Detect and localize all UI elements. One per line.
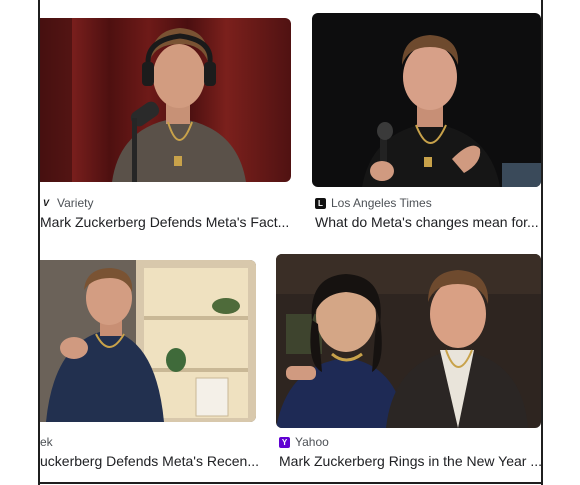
source-name: Los Angeles Times <box>331 196 432 210</box>
result-thumbnail[interactable] <box>40 18 291 182</box>
result-title[interactable]: Mark Zuckerberg Defends Meta's Fact... <box>40 214 302 230</box>
source-name: ek <box>40 435 53 449</box>
stage-photo <box>312 13 541 187</box>
yahoo-logo-icon: Y <box>279 436 290 448</box>
frame-right-border <box>541 0 543 485</box>
result-source: ek <box>40 434 53 450</box>
result-thumbnail[interactable] <box>312 13 541 187</box>
podcast-photo <box>40 18 291 182</box>
image-result-card[interactable]: ek uckerberg Defends Meta's Recen... <box>40 254 270 480</box>
result-title[interactable]: uckerberg Defends Meta's Recen... <box>40 453 270 469</box>
result-source: V Variety <box>40 195 93 211</box>
image-result-card[interactable]: L Los Angeles Times What do Meta's chang… <box>312 0 541 240</box>
latimes-logo-icon: L <box>315 197 326 209</box>
result-source: L Los Angeles Times <box>315 195 432 211</box>
source-name: Yahoo <box>295 435 329 449</box>
frame-bottom-border <box>38 482 543 484</box>
variety-v-logo-icon: V <box>42 197 49 208</box>
image-results-grid: V Variety Mark Zuckerberg Defends Meta's… <box>40 0 541 482</box>
result-title[interactable]: What do Meta's changes mean for... <box>315 214 541 230</box>
result-title[interactable]: Mark Zuckerberg Rings in the New Year ..… <box>279 453 541 469</box>
couple-photo <box>276 254 541 428</box>
result-thumbnail[interactable] <box>40 260 256 422</box>
image-result-card[interactable]: Y Yahoo Mark Zuckerberg Rings in the New… <box>276 254 541 480</box>
interview-photo <box>40 260 256 422</box>
result-thumbnail[interactable] <box>276 254 541 428</box>
result-source: Y Yahoo <box>279 434 329 450</box>
source-name: Variety <box>57 196 94 210</box>
image-result-card[interactable]: V Variety Mark Zuckerberg Defends Meta's… <box>40 0 300 240</box>
